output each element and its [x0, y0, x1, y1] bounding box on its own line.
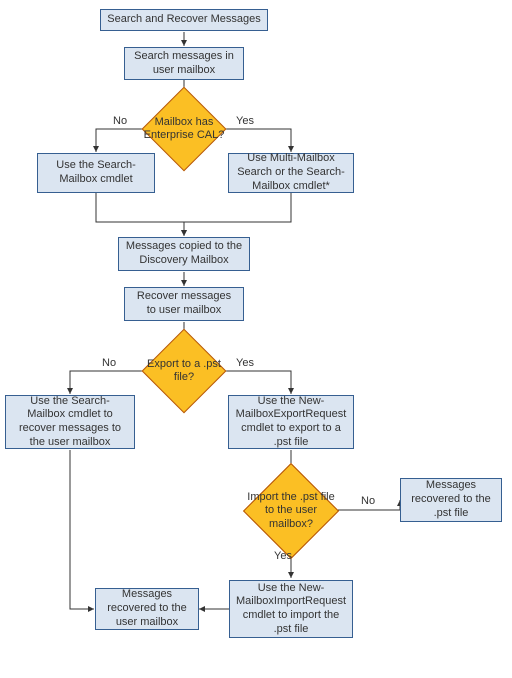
node-copied-discovery: Messages copied to the Discovery Mailbox [118, 237, 250, 271]
node-import-pst-text: Use the New-MailboxImportRequest cmdlet … [236, 582, 346, 637]
node-copied-discovery-text: Messages copied to the Discovery Mailbox [125, 240, 243, 268]
node-recovered-pst-text: Messages recovered to the .pst file [407, 479, 495, 520]
node-use-search-mailbox-text: Use the Search-Mailbox cmdlet [44, 159, 148, 187]
decision-import-pst: Import the .pst file to the user mailbox… [257, 477, 325, 545]
node-use-multi-mailbox-text: Use Multi-Mailbox Search or the Search-M… [235, 152, 347, 193]
node-export-pst-text: Use the New-MailboxExportRequest cmdlet … [235, 395, 347, 450]
diamond-shape [142, 329, 227, 414]
node-recovered-user-text: Messages recovered to the user mailbox [102, 588, 192, 629]
node-use-search-mailbox: Use the Search-Mailbox cmdlet [37, 153, 155, 193]
connectors [0, 0, 512, 678]
decision-export-pst: Export to a .pst file? [154, 341, 214, 401]
node-search-messages-text: Search messages in user mailbox [131, 50, 237, 78]
edge-label-no-2: No [102, 357, 116, 369]
node-recovered-user: Messages recovered to the user mailbox [95, 588, 199, 630]
node-recover-direct: Use the Search-Mailbox cmdlet to recover… [5, 395, 135, 449]
node-import-pst: Use the New-MailboxImportRequest cmdlet … [229, 580, 353, 638]
edge-label-yes-3: Yes [274, 550, 292, 562]
edge-label-no-1: No [113, 115, 127, 127]
node-export-pst: Use the New-MailboxExportRequest cmdlet … [228, 395, 354, 449]
diamond-shape [243, 463, 339, 559]
edge-label-yes-1: Yes [236, 115, 254, 127]
node-recover-direct-text: Use the Search-Mailbox cmdlet to recover… [12, 395, 128, 450]
edge-label-no-3: No [361, 495, 375, 507]
node-use-multi-mailbox: Use Multi-Mailbox Search or the Search-M… [228, 153, 354, 193]
decision-enterprise-cal: Mailbox has Enterprise CAL? [154, 99, 214, 159]
edge-label-yes-2: Yes [236, 357, 254, 369]
node-start: Search and Recover Messages [100, 9, 268, 31]
node-recover-messages: Recover messages to user mailbox [124, 287, 244, 321]
node-start-text: Search and Recover Messages [107, 13, 260, 27]
node-recovered-pst: Messages recovered to the .pst file [400, 478, 502, 522]
flowchart: Search and Recover Messages Search messa… [0, 0, 512, 678]
node-search-messages: Search messages in user mailbox [124, 47, 244, 80]
node-recover-messages-text: Recover messages to user mailbox [131, 290, 237, 318]
